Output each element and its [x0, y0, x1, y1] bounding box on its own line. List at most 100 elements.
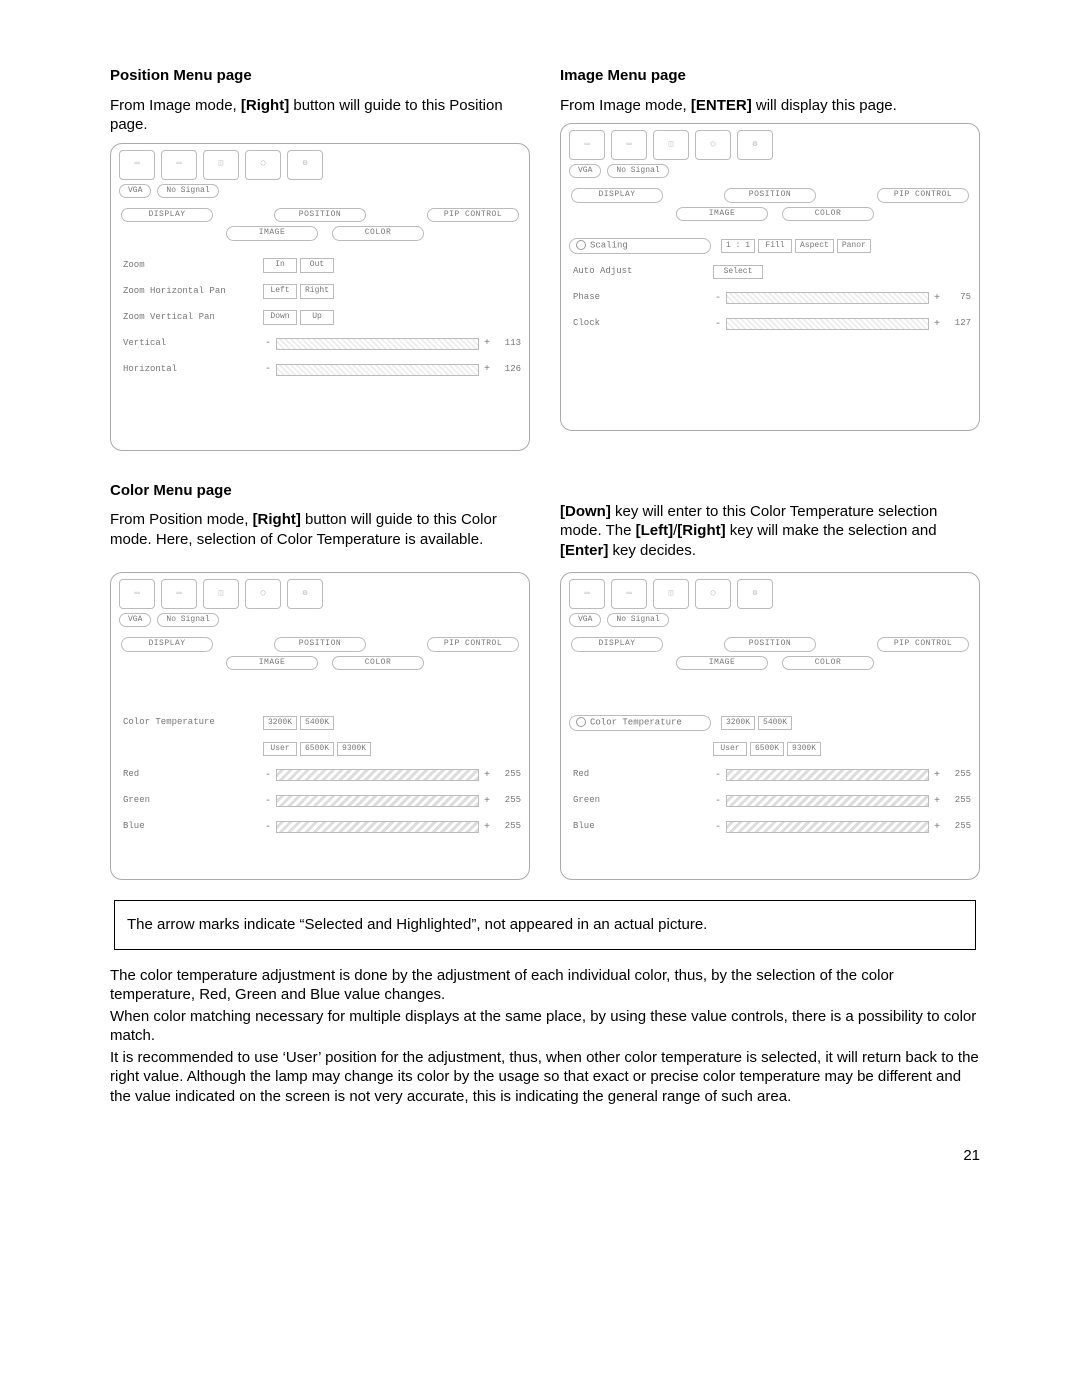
tab-image: IMAGE [676, 656, 768, 670]
monitor-icon: ▭ [119, 150, 155, 180]
tabs-row2: IMAGE COLOR [569, 207, 971, 221]
position-title: Position Menu page [110, 66, 530, 86]
btn-user: User [713, 742, 747, 756]
body-p3: It is recommended to use ‘User’ position… [110, 1048, 980, 1107]
label-blue: Blue [569, 821, 713, 833]
minus-icon: - [263, 821, 273, 834]
status-row: VGA No Signal [119, 613, 521, 627]
label-green: Green [119, 795, 263, 807]
btn-scale-panor: Panor [837, 239, 871, 253]
slider-green [276, 795, 479, 807]
label-zoom: Zoom [119, 260, 263, 272]
status-vga: VGA [569, 164, 601, 178]
gear-icon: ⚙ [737, 579, 773, 609]
row-colortemp2: User 6500K 9300K [569, 736, 971, 762]
btn-zoom-out: Out [300, 258, 334, 272]
row-green: Green - + 255 [119, 788, 521, 814]
status-nosignal: No Signal [157, 613, 218, 627]
image-desc-pre: From Image mode, [560, 97, 691, 114]
slider-phase [726, 292, 929, 304]
position-desc-bold: [Right] [241, 97, 289, 114]
t3: key decides. [608, 542, 696, 559]
btn-left: Left [263, 284, 297, 298]
btn-down: Down [263, 310, 297, 324]
row-phase: Phase - + 75 [569, 285, 971, 311]
btn-3200k: 3200K [721, 716, 755, 730]
col-color-right-head: [Down] key will enter to this Color Temp… [560, 475, 980, 569]
position-osd: ▭ ▭ ◫ ◯ ⚙ VGA No Signal DISPLAY POSITION… [110, 143, 530, 451]
icon-row: ▭ ▭ ◫ ◯ ⚙ [119, 150, 521, 180]
pip-icon: ◫ [203, 579, 239, 609]
tabs-row1: DISPLAY POSITION PIP CONTROL [119, 637, 521, 651]
tab-image: IMAGE [226, 656, 318, 670]
val-phase: 75 [945, 292, 971, 304]
val-red: 255 [495, 769, 521, 781]
t2: key will make the selection and [726, 522, 937, 539]
row-clock: Clock - + 127 [569, 311, 971, 337]
slider-red [726, 769, 929, 781]
slider-vertical [276, 338, 479, 350]
image-desc-bold: [ENTER] [691, 97, 752, 114]
btn-5400k: 5400K [300, 716, 334, 730]
globe-icon: ◯ [245, 150, 281, 180]
tabs-row1: DISPLAY POSITION PIP CONTROL [569, 188, 971, 202]
row-zoom: Zoom In Out [119, 253, 521, 279]
tab-color: COLOR [782, 207, 874, 221]
label-phase: Phase [569, 292, 713, 304]
icon-row: ▭ ▭ ◫ ◯ ⚙ [119, 579, 521, 609]
row-red: Red - + 255 [569, 762, 971, 788]
label-red: Red [569, 769, 713, 781]
row-zvp: Zoom Vertical Pan Down Up [119, 305, 521, 331]
icon-row: ▭ ▭ ◫ ◯ ⚙ [569, 130, 971, 160]
btn-scale-1-1: 1 : 1 [721, 239, 755, 253]
slider-blue [726, 821, 929, 833]
color-desc: From Position mode, [Right] button will … [110, 510, 530, 549]
plus-icon: + [932, 318, 942, 331]
val-red: 255 [945, 769, 971, 781]
tabs-row1: DISPLAY POSITION PIP CONTROL [569, 637, 971, 651]
globe-icon: ◯ [245, 579, 281, 609]
label-blue: Blue [119, 821, 263, 833]
body-p1: The color temperature adjustment is done… [110, 966, 980, 1005]
monitor-icon: ▭ [119, 579, 155, 609]
btn-user: User [263, 742, 297, 756]
pip-icon: ◫ [653, 130, 689, 160]
btn-9300k: 9300K [337, 742, 371, 756]
plus-icon: + [932, 795, 942, 808]
monitor-icon: ▭ [161, 150, 197, 180]
label-horizontal: Horizontal [119, 364, 263, 376]
status-nosignal: No Signal [607, 164, 668, 178]
minus-icon: - [263, 363, 273, 376]
label-zvp: Zoom Vertical Pan [119, 312, 263, 324]
icon-row: ▭ ▭ ◫ ◯ ⚙ [569, 579, 971, 609]
label-vertical: Vertical [119, 338, 263, 350]
label-autoadjust: Auto Adjust [569, 266, 713, 278]
val-green: 255 [945, 795, 971, 807]
color-osd-left: ▭ ▭ ◫ ◯ ⚙ VGA No Signal DISPLAY POSITION… [110, 572, 530, 880]
color-desc-pre: From Position mode, [110, 511, 253, 528]
row-zhp: Zoom Horizontal Pan Left Right [119, 279, 521, 305]
plus-icon: + [932, 821, 942, 834]
slider-red [276, 769, 479, 781]
tab-display: DISPLAY [571, 188, 663, 202]
tab-color: COLOR [332, 226, 424, 240]
minus-icon: - [263, 769, 273, 782]
position-desc-pre: From Image mode, [110, 97, 241, 114]
btn-6500k: 6500K [750, 742, 784, 756]
color-desc-bold: [Right] [253, 511, 301, 528]
plus-icon: + [482, 363, 492, 376]
plus-icon: + [932, 292, 942, 305]
tab-pip: PIP CONTROL [427, 637, 519, 651]
status-row: VGA No Signal [569, 164, 971, 178]
tab-position: POSITION [274, 208, 366, 222]
status-vga: VGA [119, 613, 151, 627]
btn-scale-aspect: Aspect [795, 239, 834, 253]
col-color-left: ▭ ▭ ◫ ◯ ⚙ VGA No Signal DISPLAY POSITION… [110, 568, 530, 880]
status-vga: VGA [569, 613, 601, 627]
gear-icon: ⚙ [287, 579, 323, 609]
plus-icon: + [482, 795, 492, 808]
btn-9300k: 9300K [787, 742, 821, 756]
tab-display: DISPLAY [121, 208, 213, 222]
plus-icon: + [482, 337, 492, 350]
status-nosignal: No Signal [157, 184, 218, 198]
